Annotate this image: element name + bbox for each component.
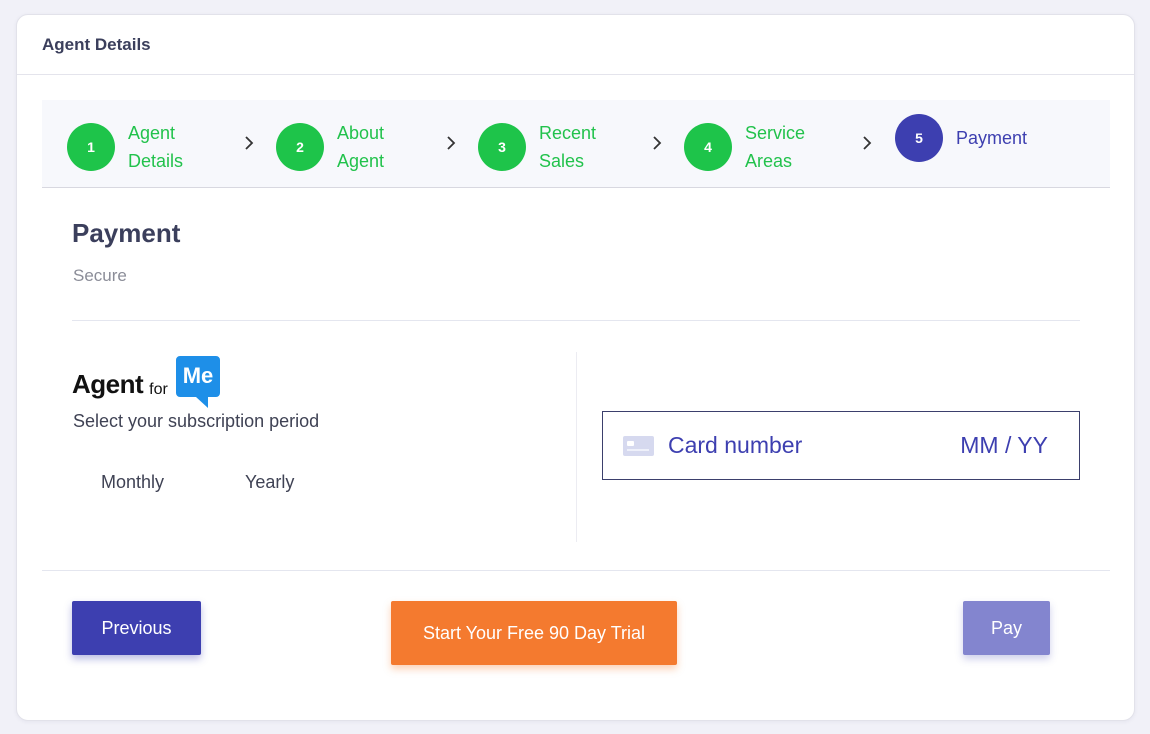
step-label-line1: Agent <box>128 123 176 143</box>
step-label: Service Areas <box>745 119 805 175</box>
subscription-label: Select your subscription period <box>73 411 320 431</box>
previous-button[interactable]: Previous <box>72 601 201 655</box>
step-label-line2: Details <box>128 151 184 171</box>
card-expiry-input[interactable]: MM / YY <box>960 432 1048 459</box>
pay-button[interactable]: Pay <box>963 601 1050 655</box>
chevron-right-icon <box>863 136 872 150</box>
step-label-line2: Agent <box>337 151 385 171</box>
step-recent-sales[interactable]: 3 Recent Sales <box>478 119 596 175</box>
section-subtitle: Secure <box>73 266 127 285</box>
logo-word-agent: Agent <box>72 369 144 399</box>
divider <box>72 320 1080 321</box>
credit-card-icon <box>623 435 654 456</box>
free-trial-button[interactable]: Start Your Free 90 Day Trial <box>391 601 677 665</box>
card-input-field[interactable]: Card number MM / YY <box>602 411 1080 480</box>
divider <box>42 570 1110 571</box>
step-service-areas[interactable]: 4 Service Areas <box>684 119 805 175</box>
step-label-line2: Sales <box>539 151 585 171</box>
chevron-right-icon <box>653 136 662 150</box>
step-label: About Agent <box>337 119 384 175</box>
step-payment[interactable]: 5 Payment <box>895 114 1027 162</box>
chevron-right-icon <box>447 136 456 150</box>
step-number: 5 <box>895 114 943 162</box>
step-label-line2: Areas <box>745 151 793 171</box>
chevron-right-icon <box>245 136 254 150</box>
logo-word-for: for <box>149 381 168 398</box>
agent-for-me-logo: Agent for Me <box>72 351 222 411</box>
wizard-stepper: 1 Agent Details 2 About Agent 3 Recent S… <box>42 100 1110 188</box>
step-label-line1: About <box>337 123 385 143</box>
card-title: Agent Details <box>42 34 151 54</box>
card-number-input[interactable]: Card number <box>668 432 960 459</box>
logo-speech-bubble-icon: Me <box>175 356 220 408</box>
section-title: Payment <box>72 218 181 248</box>
card-header: Agent Details <box>17 15 1134 75</box>
step-label: Recent Sales <box>539 119 596 175</box>
logo-word-me: Me <box>183 363 214 388</box>
step-number: 3 <box>478 123 526 171</box>
column-divider <box>576 352 577 542</box>
yearly-option[interactable]: Yearly <box>245 472 294 493</box>
step-agent-details[interactable]: 1 Agent Details <box>67 119 183 175</box>
step-label-line1: Recent <box>539 123 597 143</box>
step-label: Payment <box>956 124 1027 152</box>
step-number: 4 <box>684 123 732 171</box>
step-label-line1: Service <box>745 123 806 143</box>
agent-details-card: Agent Details 1 Agent Details 2 About Ag… <box>16 14 1135 721</box>
step-label: Agent Details <box>128 119 183 175</box>
step-label-line1: Payment <box>956 128 1028 148</box>
step-number: 2 <box>276 123 324 171</box>
step-number: 1 <box>67 123 115 171</box>
monthly-option[interactable]: Monthly <box>101 472 164 493</box>
step-about-agent[interactable]: 2 About Agent <box>276 119 384 175</box>
